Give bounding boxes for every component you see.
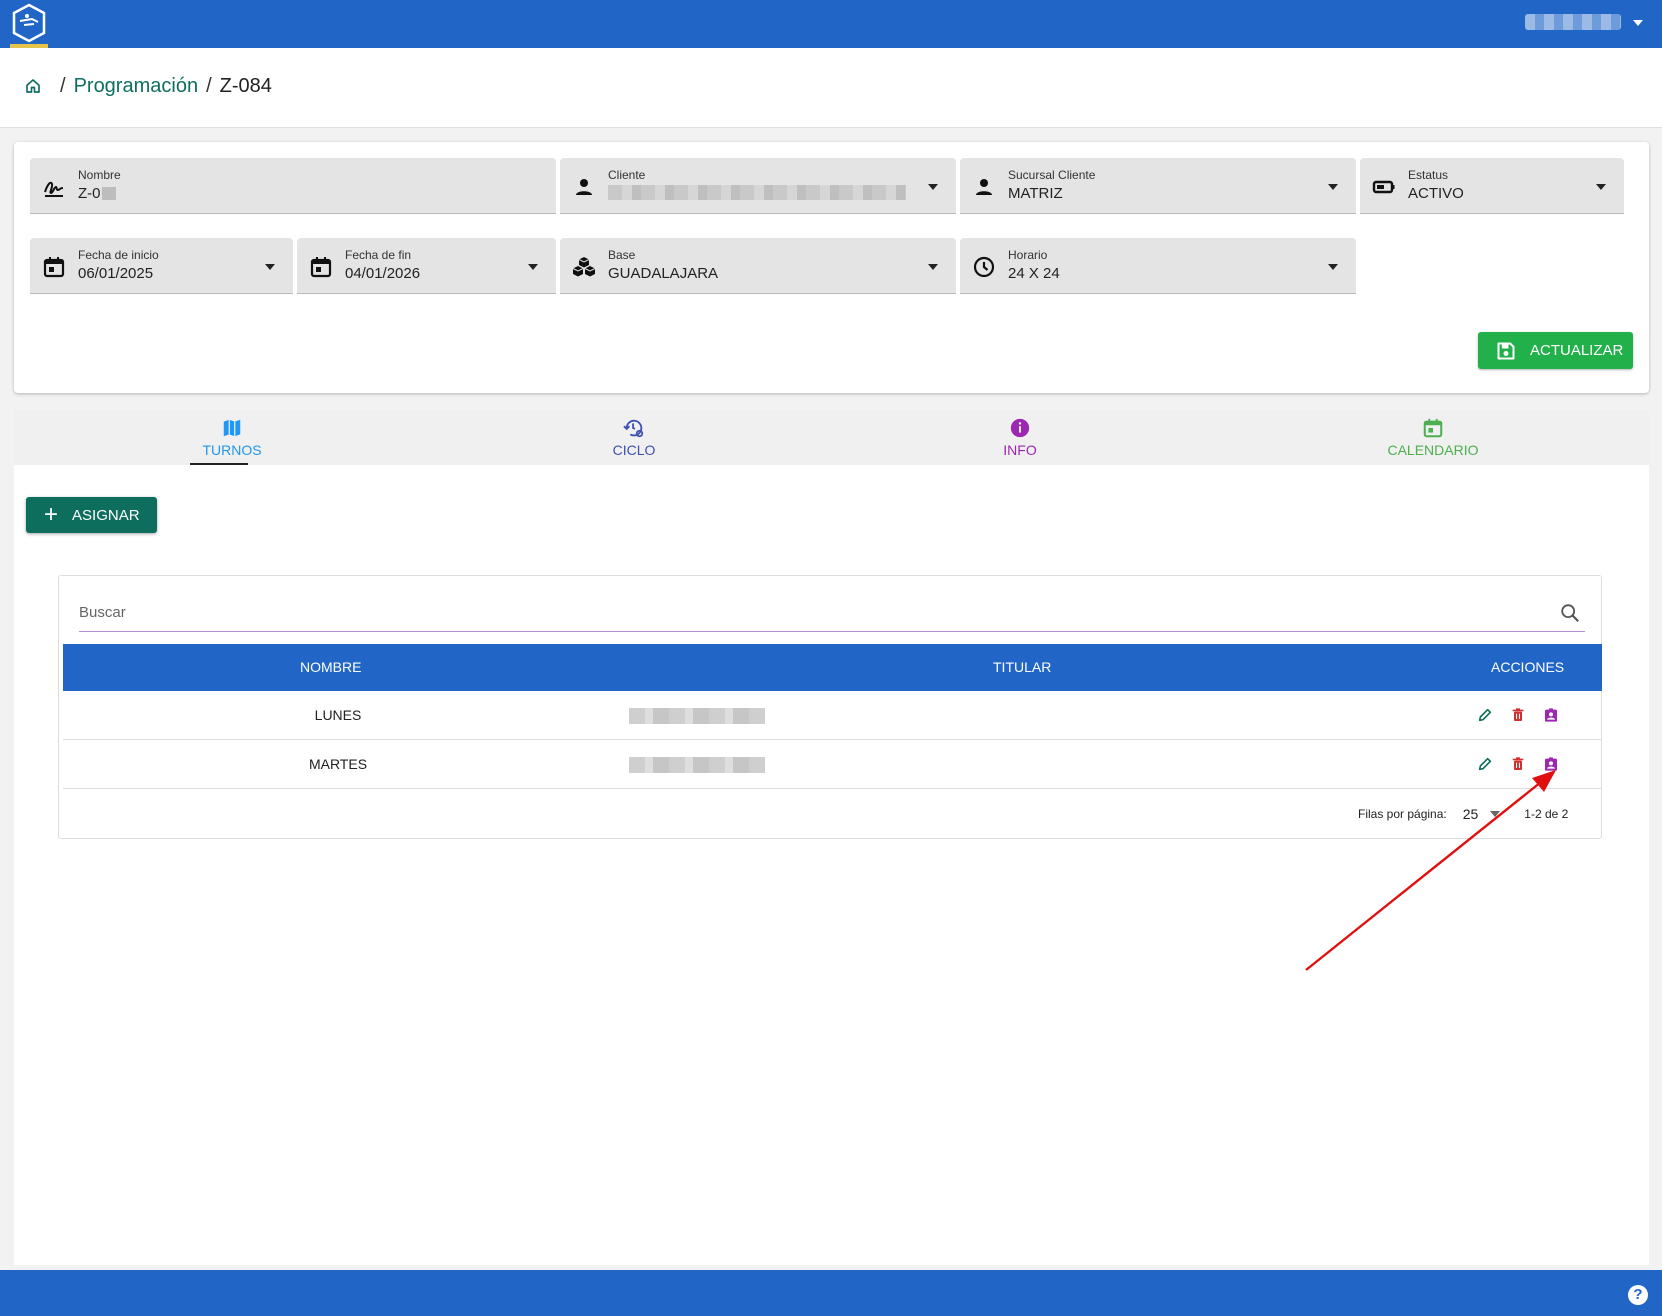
info-icon [1010,418,1030,438]
actualizar-button[interactable]: ACTUALIZAR [1478,332,1633,369]
fecha-inicio-value: 06/01/2025 [78,265,154,282]
breadcrumb: / Programación / Z-084 [24,74,272,98]
sucursal-label: Sucursal Cliente [1008,168,1096,182]
sucursal-value: MATRIZ [1008,185,1063,202]
footer-bar [0,1270,1662,1316]
estatus-label: Estatus [1408,168,1449,182]
fecha-inicio-label: Fecha de inicio [78,248,159,262]
calendar-icon [310,257,332,278]
help-icon[interactable]: ? [1628,1285,1648,1305]
plus-icon: + [44,501,59,528]
column-header-nombre[interactable]: NOMBRE [300,659,361,675]
nombre-value: Z-0 [78,185,116,202]
calendar-icon [1423,418,1443,438]
home-icon[interactable] [24,77,42,95]
base-label: Base [608,248,636,262]
asignar-label: ASIGNAR [72,506,140,524]
row-nombre: MARTES [308,756,368,772]
edit-icon[interactable] [1477,707,1493,723]
sucursal-cliente-select[interactable]: Sucursal Cliente MATRIZ [960,158,1356,214]
search-input[interactable] [79,600,1539,624]
annotation-arrow-icon [1305,770,1556,971]
schedule-form-card: Nombre Z-0 Cliente Sucursal Cliente MATR… [14,142,1649,393]
person-icon [576,179,592,195]
cliente-label: Cliente [608,168,646,182]
horario-value: 24 X 24 [1008,265,1060,282]
cubes-icon [572,257,596,277]
fecha-fin-value: 04/01/2026 [345,265,421,282]
asignar-button[interactable]: + ASIGNAR [26,497,157,533]
cliente-select[interactable]: Cliente [560,158,956,214]
base-select[interactable]: Base GUADALAJARA [560,238,956,294]
tab-calendario-label: CALENDARIO [1387,442,1479,458]
tab-bar: TURNOS CICLO INFO CALENDARIO [14,410,1649,465]
horario-select[interactable]: Horario 24 X 24 [960,238,1356,294]
chevron-down-icon [928,184,938,190]
actualizar-label: ACTUALIZAR [1530,342,1624,359]
breadcrumb-current: Z-084 [219,74,272,97]
user-name-redacted[interactable] [1525,14,1621,30]
column-header-titular[interactable]: TITULAR [993,659,1051,675]
nombre-value-text: Z-0 [78,185,101,202]
horario-label: Horario [1008,248,1048,262]
chevron-down-icon [1596,184,1606,190]
top-app-bar [0,0,1662,48]
map-icon [223,419,241,437]
row-nombre: LUNES [314,707,362,723]
breadcrumb-separator: / [206,74,212,97]
app-logo-icon[interactable] [10,2,48,44]
row-titular-redacted [629,708,765,724]
cycle-settings-icon [623,419,644,438]
search-field [79,592,1585,632]
chevron-down-icon [528,264,538,270]
tab-info[interactable]: INFO [969,410,1071,465]
tab-turnos[interactable]: TURNOS [190,410,274,465]
estatus-select[interactable]: Estatus ACTIVO [1360,158,1624,214]
tab-calendario[interactable]: CALENDARIO [1378,410,1488,465]
delete-icon[interactable] [1510,707,1526,723]
person-icon [976,179,992,195]
nombre-field[interactable]: Nombre Z-0 [30,158,556,214]
user-menu-caret-icon[interactable] [1633,20,1643,26]
battery-icon [1372,180,1395,194]
estatus-value: ACTIVO [1408,185,1464,202]
chevron-down-icon [1328,184,1338,190]
chevron-down-icon [1328,264,1338,270]
save-icon [1497,342,1515,359]
assign-person-icon[interactable] [1543,707,1559,723]
chevron-down-icon [928,264,938,270]
tab-ciclo-label: CICLO [612,442,656,458]
search-icon[interactable] [1559,602,1581,624]
breadcrumb-programacion-link[interactable]: Programación [74,75,199,98]
tab-ciclo[interactable]: CICLO [579,410,689,465]
nombre-label: Nombre [78,168,121,182]
chevron-down-icon [265,264,275,270]
fecha-inicio-picker[interactable]: Fecha de inicio 06/01/2025 [30,238,293,294]
nombre-redacted [101,187,116,200]
row-titular-redacted [629,757,765,773]
table-header: NOMBRE TITULAR ACCIONES [63,644,1602,691]
breadcrumb-separator: / [60,74,66,97]
column-header-acciones: ACCIONES [1491,659,1565,675]
tab-info-label: INFO [1003,442,1037,458]
tab-turnos-label: TURNOS [202,442,262,458]
clock-icon [973,256,995,278]
table-row: LUNES [63,691,1602,740]
signature-icon [44,181,64,197]
fecha-fin-label: Fecha de fin [345,248,412,262]
cliente-value-redacted [608,185,906,200]
base-value: GUADALAJARA [608,265,719,282]
fecha-fin-picker[interactable]: Fecha de fin 04/01/2026 [297,238,556,294]
calendar-icon [43,257,65,278]
